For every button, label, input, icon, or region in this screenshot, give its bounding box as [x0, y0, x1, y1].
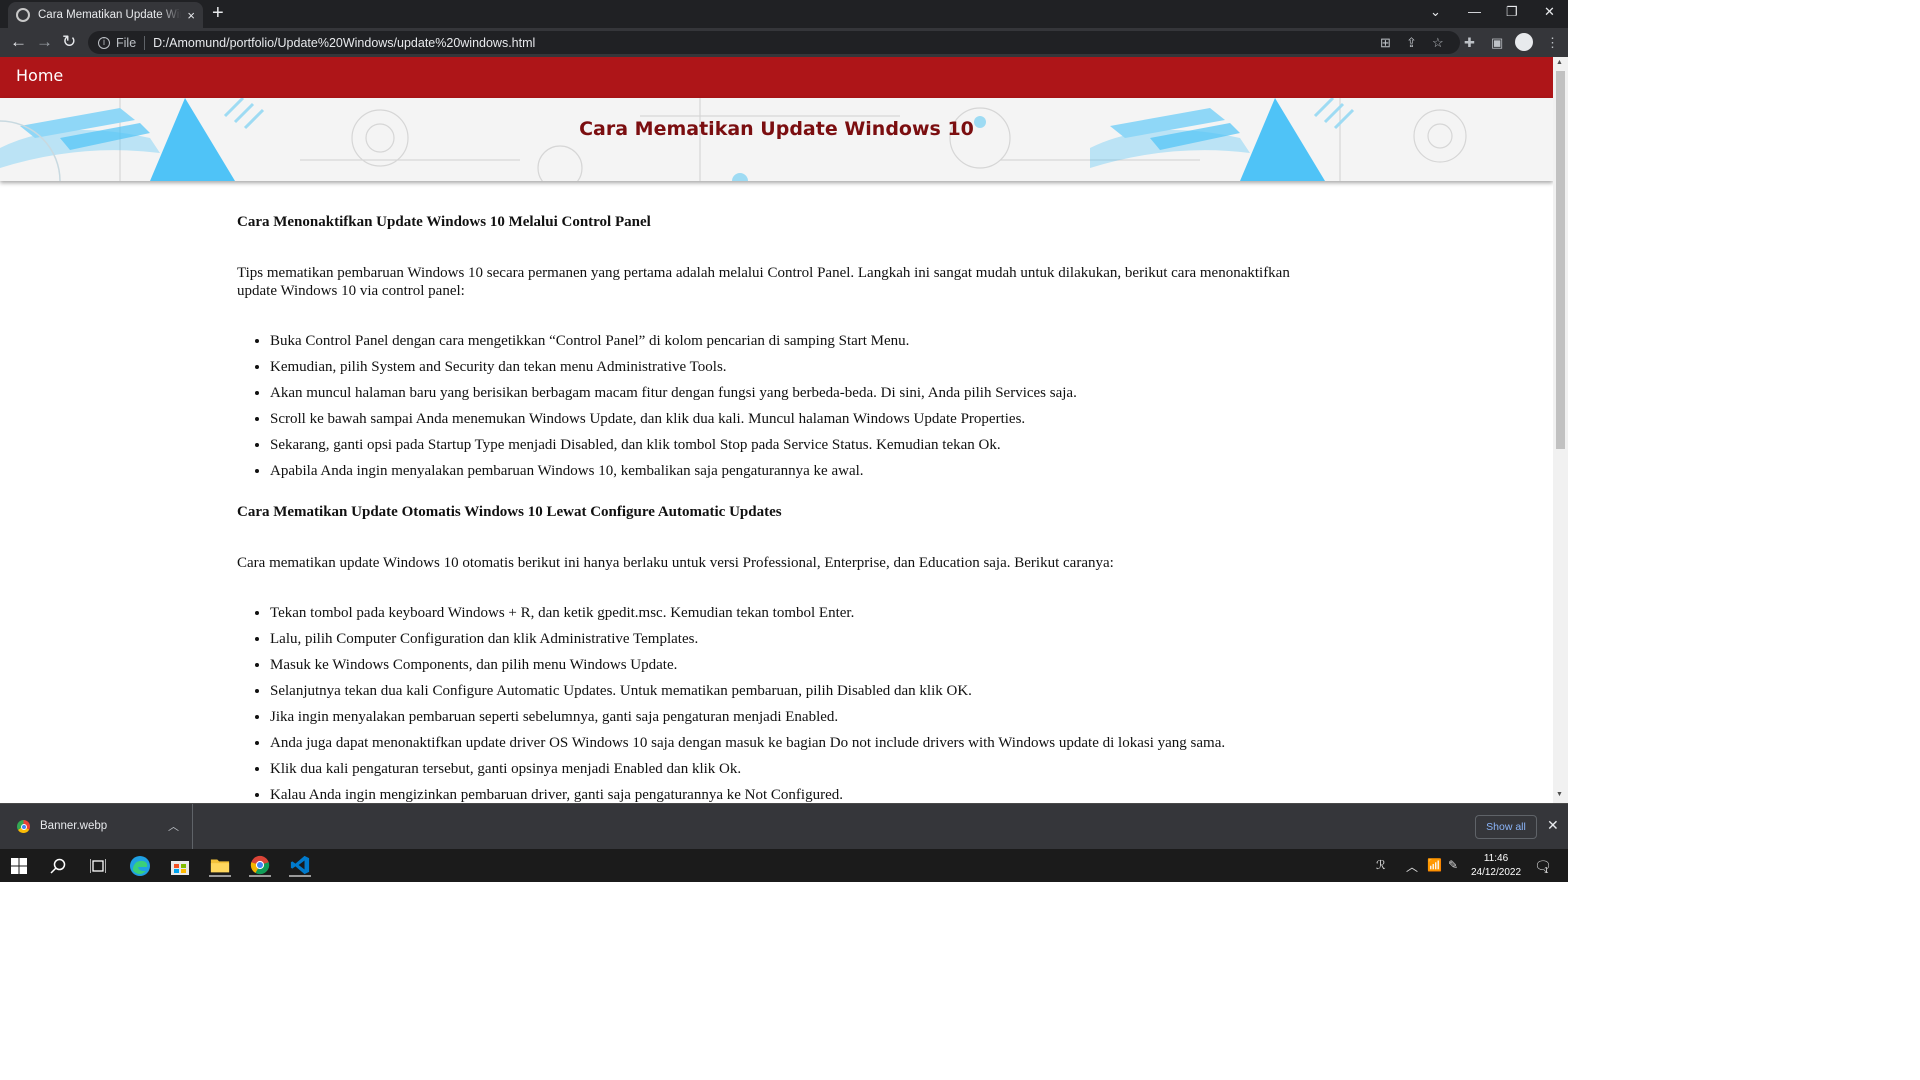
- scrollbar-thumb[interactable]: [1556, 71, 1565, 449]
- scroll-up-arrow-icon[interactable]: ▲: [1556, 59, 1563, 66]
- windows-start-icon[interactable]: [11, 858, 27, 874]
- browser-tab[interactable]: Cara Mematikan Update Windows 10 ×: [8, 2, 203, 28]
- scroll-down-arrow-icon[interactable]: ▼: [1556, 791, 1563, 798]
- menu-kebab-icon[interactable]: ⋮: [1546, 35, 1559, 51]
- page-title: Cara Mematikan Update Windows 10: [579, 118, 974, 140]
- list-item: Lalu, pilih Computer Configuration dan k…: [270, 630, 1327, 648]
- notification-count: 1: [1544, 866, 1549, 875]
- bookmark-star-icon[interactable]: ☆: [1432, 35, 1444, 51]
- vscode-icon[interactable]: [289, 855, 311, 877]
- download-file-name[interactable]: Banner.webp: [40, 820, 107, 832]
- list-item: Anda juga dapat menonaktifkan update dri…: [270, 734, 1327, 752]
- microsoft-store-icon[interactable]: [169, 855, 191, 877]
- chevron-up-icon[interactable]: ︿: [168, 818, 179, 834]
- article-content: Cara Menonaktifkan Update Windows 10 Mel…: [237, 214, 1327, 803]
- list-item: Sekarang, ganti opsi pada Startup Type m…: [270, 436, 1327, 454]
- download-item[interactable]: Banner.webp ︿: [0, 804, 193, 850]
- list-item: Klik dua kali pengaturan tersebut, ganti…: [270, 760, 1327, 778]
- forward-icon[interactable]: →: [36, 32, 53, 52]
- page-viewport: Home Cara Mematikan Update Windows 10 Ca…: [0, 57, 1553, 803]
- file-explorer-icon[interactable]: [209, 855, 231, 877]
- steps-list: Buka Control Panel dengan cara mengetikk…: [270, 332, 1327, 480]
- show-all-button[interactable]: Show all: [1475, 815, 1537, 839]
- site-navbar: Home: [0, 57, 1553, 98]
- restore-icon[interactable]: ❐: [1506, 4, 1518, 20]
- network-icon[interactable]: 📶: [1427, 858, 1442, 872]
- browser-toolbar: ← → ↻ i File D:/Amomund/portfolio/Update…: [0, 28, 1568, 57]
- download-shelf: Banner.webp ︿ Show all ✕: [0, 803, 1568, 850]
- minimize-icon[interactable]: —: [1468, 4, 1481, 19]
- new-tab-button[interactable]: +: [212, 3, 224, 23]
- list-item: Akan muncul halaman baru yang berisikan …: [270, 384, 1327, 402]
- page-globe-icon: [16, 8, 30, 22]
- close-shelf-icon[interactable]: ✕: [1547, 817, 1559, 834]
- page-scrollbar[interactable]: ▲ ▼: [1553, 57, 1568, 803]
- url-text[interactable]: D:/Amomund/portfolio/Update%20Windows/up…: [153, 36, 535, 50]
- side-panel-icon[interactable]: ▣: [1491, 35, 1503, 51]
- translate-icon[interactable]: ⊞: [1380, 35, 1391, 51]
- back-icon[interactable]: ←: [10, 32, 27, 52]
- task-view-icon[interactable]: [90, 858, 106, 874]
- site-info-icon[interactable]: i: [98, 36, 110, 49]
- steps-list: Tekan tombol pada keyboard Windows + R, …: [270, 604, 1327, 803]
- windows-taskbar: ℛ ︿ 📶 ✎ 11:46 24/12/2022 🗨 1: [0, 849, 1568, 882]
- chrome-icon[interactable]: [249, 855, 271, 877]
- hero-banner: Cara Mematikan Update Windows 10: [0, 98, 1553, 181]
- close-window-icon[interactable]: ✕: [1544, 4, 1555, 20]
- tray-chevron-up-icon[interactable]: ︿: [1406, 858, 1418, 875]
- pen-icon[interactable]: ✎: [1448, 858, 1458, 872]
- list-item: Kalau Anda ingin mengizinkan pembaruan d…: [270, 786, 1327, 803]
- clock-date: 24/12/2022: [1470, 867, 1522, 878]
- tab-search-icon[interactable]: ⌄: [1430, 4, 1441, 20]
- share-icon[interactable]: ⇪: [1406, 35, 1417, 51]
- tab-title: Cara Mematikan Update Windows 10: [38, 9, 181, 21]
- list-item: Buka Control Panel dengan cara mengetikk…: [270, 332, 1327, 350]
- reload-icon[interactable]: ↻: [62, 32, 76, 52]
- list-item: Kemudian, pilih System and Security dan …: [270, 358, 1327, 376]
- edge-icon[interactable]: [129, 855, 151, 877]
- notification-center-icon[interactable]: 🗨: [1534, 858, 1552, 875]
- list-item: Apabila Anda ingin menyalakan pembaruan …: [270, 462, 1327, 480]
- extensions-icon[interactable]: ✚: [1464, 35, 1475, 51]
- address-bar[interactable]: i File D:/Amomund/portfolio/Update%20Win…: [88, 31, 1460, 54]
- section-heading: Cara Menonaktifkan Update Windows 10 Mel…: [237, 214, 651, 230]
- people-icon[interactable]: ℛ: [1376, 858, 1386, 872]
- list-item: Tekan tombol pada keyboard Windows + R, …: [270, 604, 1327, 622]
- list-item: Jika ingin menyalakan pembaruan seperti …: [270, 708, 1327, 726]
- profile-avatar[interactable]: [1515, 33, 1533, 51]
- tab-close-icon[interactable]: ×: [187, 8, 195, 23]
- taskbar-clock[interactable]: 11:46 24/12/2022: [1470, 852, 1522, 880]
- section-intro: Cara mematikan update Windows 10 otomati…: [237, 555, 1114, 571]
- home-link[interactable]: Home: [16, 66, 63, 85]
- list-item: Selanjutnya tekan dua kali Configure Aut…: [270, 682, 1327, 700]
- section-heading: Cara Mematikan Update Otomatis Windows 1…: [237, 504, 782, 520]
- omnibox-divider: [144, 35, 146, 50]
- section-intro: Tips mematikan pembaruan Windows 10 seca…: [237, 265, 1290, 299]
- search-icon[interactable]: [50, 858, 66, 874]
- list-item: Scroll ke bawah sampai Anda menemukan Wi…: [270, 410, 1327, 428]
- tab-strip: Cara Mematikan Update Windows 10 × + ⌄ —…: [0, 0, 1568, 28]
- list-item: Masuk ke Windows Components, dan pilih m…: [270, 656, 1327, 674]
- clock-time: 11:46: [1483, 853, 1509, 864]
- file-scheme-label: File: [116, 35, 137, 50]
- chrome-file-icon: [17, 820, 30, 833]
